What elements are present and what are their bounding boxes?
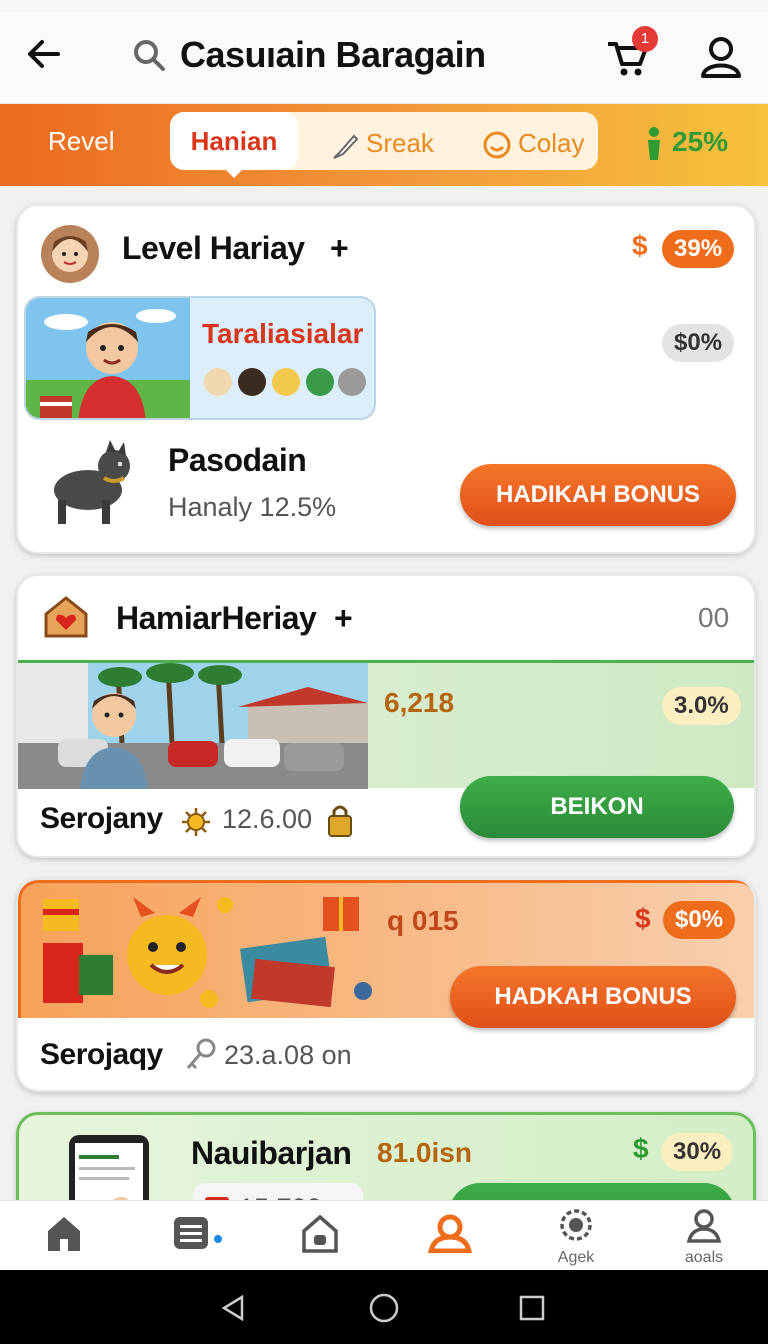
tab-revel[interactable]: Revel	[48, 126, 114, 157]
home-heart-icon	[44, 596, 88, 638]
cart-badge: 1	[632, 26, 658, 52]
card-title: HamiarHeriay	[116, 600, 317, 636]
home-circle-icon[interactable]	[369, 1293, 399, 1323]
tab-hanian[interactable]: Hanian	[170, 112, 298, 178]
value: 81.0isn	[377, 1137, 472, 1168]
gifts-illustration	[43, 897, 372, 1008]
percent-badge: 30%	[661, 1133, 734, 1171]
parking-banner[interactable]: 6,218 3.0%	[18, 660, 754, 789]
gear-icon	[560, 1209, 592, 1241]
nav-profile[interactable]	[384, 1201, 512, 1271]
key-icon	[186, 1038, 216, 1070]
promo-banner[interactable]: Taraliasialar	[24, 296, 376, 420]
profile-icon	[428, 1214, 472, 1253]
dollar-icon: $	[632, 230, 648, 261]
dollar-icon: $	[635, 903, 651, 934]
amount: 23.a.08 on	[224, 1040, 352, 1070]
item-name: Pasodain	[168, 442, 307, 478]
search-icon[interactable]	[132, 38, 166, 72]
percent-badge: $0%	[663, 901, 736, 939]
nav-agek[interactable]: Agek	[512, 1201, 640, 1271]
boy-illustration	[26, 298, 190, 418]
card-title: Nauibarjan	[191, 1135, 352, 1171]
add-button[interactable]: +	[330, 230, 349, 267]
friends-icons	[204, 368, 366, 396]
hamiar-card: HamiarHeriay + 00 6,218 3.0% BEIKON Sero…	[16, 574, 756, 858]
profile-icon[interactable]	[698, 34, 744, 80]
tab-sreak[interactable]: Sreak	[366, 128, 434, 159]
dog-illustration	[54, 440, 130, 524]
nav-house[interactable]	[256, 1201, 384, 1271]
avatar	[41, 225, 99, 283]
nav-agek-label: Agek	[557, 1249, 595, 1266]
tab-colay[interactable]: Colay	[518, 128, 584, 159]
app-bar: Casuıain Baragain 1	[0, 12, 768, 104]
back-arrow-icon[interactable]	[22, 32, 66, 76]
amount: 12.6.00	[222, 804, 313, 834]
percent-badge: 3.0%	[662, 687, 741, 725]
page-title: Casuıain Baragain	[180, 34, 486, 75]
person-icon	[648, 127, 660, 160]
tab-percent: 25%	[672, 126, 729, 157]
bonus-button[interactable]: HADIKAH BONUS	[460, 464, 736, 526]
nav-goals-label: aoals	[684, 1249, 724, 1266]
value: q 015	[387, 905, 459, 936]
status-bar	[0, 0, 768, 12]
recents-square-icon[interactable]	[519, 1295, 545, 1321]
name: Serojaqy	[40, 1038, 163, 1071]
percent-badge: $0%	[662, 324, 735, 362]
smile-icon	[483, 131, 511, 159]
system-nav-bar	[0, 1270, 768, 1344]
home-icon	[48, 1217, 80, 1251]
banner-title: Taraliasialar	[202, 318, 364, 349]
add-button[interactable]: +	[334, 600, 353, 637]
nav-list[interactable]	[128, 1201, 256, 1271]
parking-lot-illustration	[18, 663, 368, 789]
house-icon	[302, 1214, 338, 1253]
bonus-card: q 015 $ $0% HADKAH BONUS Serojaqy 23.a.0…	[16, 878, 756, 1092]
level-card: Level Hariay + $ 39% Taraliasialar $0% P…	[16, 204, 756, 554]
dollar-icon: $	[633, 1133, 649, 1164]
nav-home[interactable]	[0, 1201, 128, 1271]
lock-icon	[328, 805, 352, 837]
list-icon	[174, 1217, 222, 1249]
bonus-button[interactable]: HADKAH BONUS	[450, 966, 736, 1028]
tab-bar: Revel Hanian Sreak Colay 25%	[0, 104, 768, 186]
count: 00	[698, 602, 730, 633]
person-icon	[686, 1209, 722, 1243]
item-subtitle: Hanaly 12.5%	[168, 492, 337, 522]
beikon-button[interactable]: BEIKON	[460, 776, 734, 838]
value: 6,218	[384, 687, 455, 718]
sun-icon	[182, 808, 210, 836]
back-triangle-icon[interactable]	[220, 1294, 248, 1322]
percent-badge: 39%	[662, 230, 735, 268]
brush-icon	[333, 134, 358, 159]
card-title: Level Hariay	[122, 230, 305, 266]
name: Serojany	[40, 802, 163, 835]
bottom-nav: Agek aoals	[0, 1200, 768, 1270]
nav-goals[interactable]: aoals	[640, 1201, 768, 1271]
